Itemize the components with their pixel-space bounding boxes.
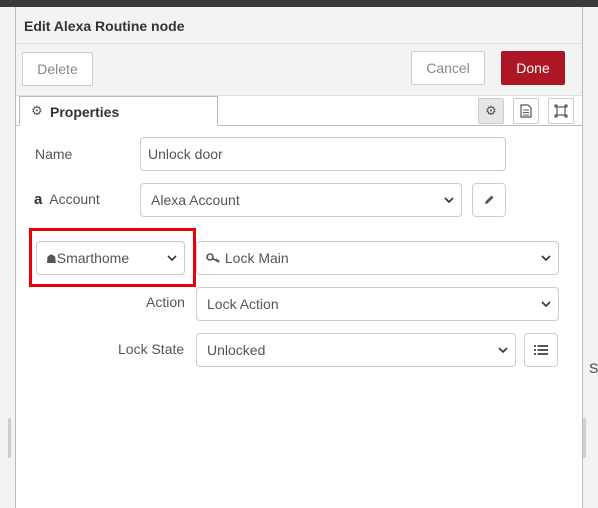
account-label: Account [49, 191, 100, 207]
lock-state-list-button[interactable] [524, 333, 558, 367]
right-scrollbar[interactable] [583, 418, 586, 458]
device-select-value-group: Lock Main [206, 250, 289, 266]
appearance-tab-button[interactable] [548, 98, 574, 124]
top-bar [0, 0, 598, 7]
category-select[interactable]: ☗Smarthome [36, 241, 185, 275]
left-scrollbar[interactable] [8, 418, 11, 458]
document-icon [520, 104, 532, 118]
lock-state-select[interactable]: Unlocked [196, 333, 516, 367]
delete-button[interactable]: Delete [22, 52, 93, 86]
name-label: Name [35, 146, 73, 162]
gear-icon: ⚙ [31, 103, 43, 118]
key-icon [206, 253, 220, 263]
action-label: Action [146, 294, 185, 310]
device-select-value: Lock Main [224, 250, 289, 266]
tab-properties-label: Properties [50, 104, 120, 120]
tab-bar: ⚙ Properties ⚙ [16, 96, 582, 126]
tray-title: Edit Alexa Routine node [24, 18, 185, 34]
frame-icon [554, 104, 568, 118]
category-select-value-group: ☗Smarthome [46, 250, 129, 266]
name-input[interactable]: Unlock door [140, 137, 506, 171]
background-edge-text: S [589, 360, 598, 376]
tray-header: Edit Alexa Routine node [16, 7, 582, 44]
tray-toolbar: Delete Cancel Done [16, 44, 582, 96]
home-icon: ☗ [46, 252, 57, 266]
chevron-down-icon [167, 255, 177, 262]
gear-icon: ⚙ [485, 103, 497, 118]
device-select[interactable]: Lock Main [196, 241, 559, 275]
action-select-value: Lock Action [207, 296, 279, 312]
pencil-icon [485, 195, 494, 204]
edit-tray: Edit Alexa Routine node Delete Cancel Do… [15, 7, 583, 508]
settings-tab-button[interactable]: ⚙ [478, 98, 504, 124]
account-select-value: Alexa Account [151, 192, 240, 208]
account-label-group: a Account [34, 191, 100, 208]
chevron-down-icon [498, 347, 508, 354]
chevron-down-icon [444, 197, 454, 204]
amazon-icon: a [34, 191, 43, 208]
lock-state-label: Lock State [118, 341, 185, 357]
description-tab-button[interactable] [513, 98, 539, 124]
action-select[interactable]: Lock Action [196, 287, 559, 321]
done-button[interactable]: Done [501, 51, 565, 85]
lock-state-select-value: Unlocked [207, 342, 266, 358]
cancel-button[interactable]: Cancel [411, 51, 485, 85]
category-select-value: Smarthome [56, 250, 130, 266]
chevron-down-icon [541, 301, 551, 308]
chevron-down-icon [541, 255, 551, 262]
edit-account-button[interactable] [472, 183, 506, 217]
tab-properties[interactable]: ⚙ Properties [19, 96, 218, 126]
list-icon [534, 345, 548, 355]
account-select[interactable]: Alexa Account [140, 183, 462, 217]
